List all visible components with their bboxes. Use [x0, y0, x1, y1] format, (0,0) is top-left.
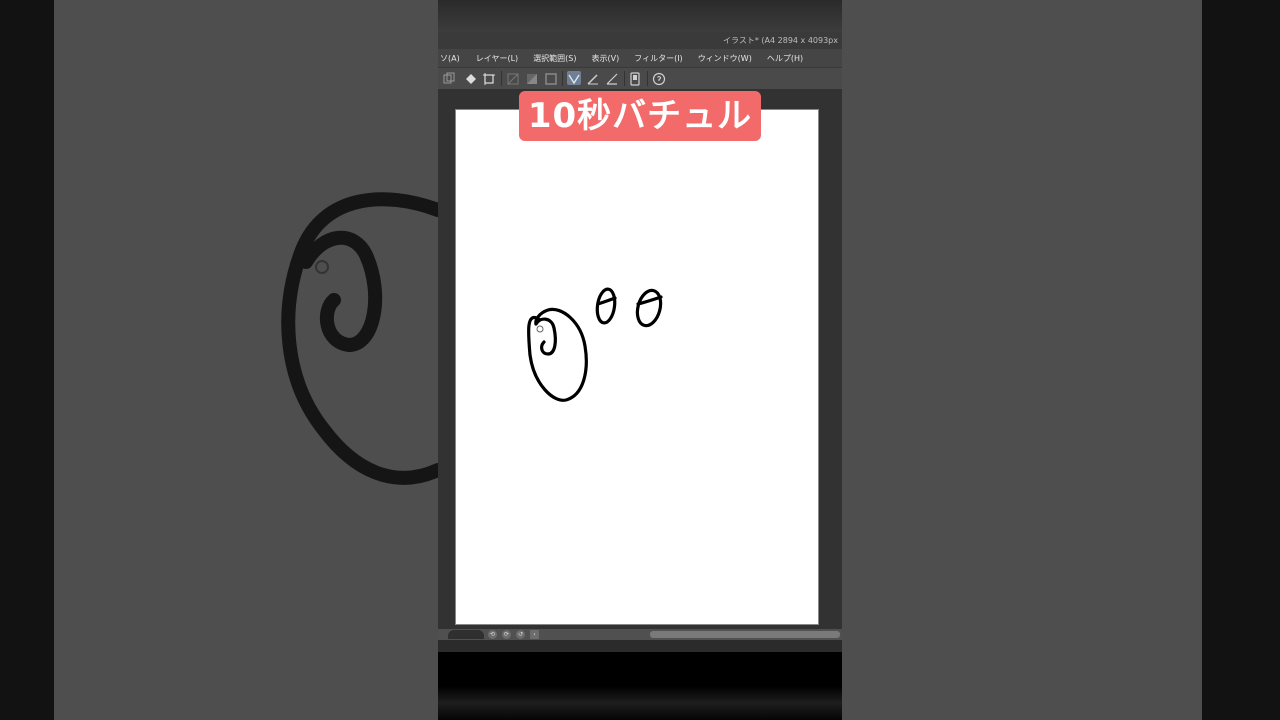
toolbar-separator — [624, 71, 625, 86]
eye-left — [595, 287, 617, 325]
menu-animation[interactable]: ソ(A) — [440, 53, 460, 64]
copy-icon[interactable] — [442, 71, 456, 85]
ruler-icon[interactable] — [605, 71, 619, 85]
clear-icon[interactable] — [506, 71, 520, 85]
frame-icon[interactable] — [544, 71, 558, 85]
bottom-panel — [438, 640, 842, 652]
flip-icon[interactable]: ‹ — [530, 630, 539, 639]
navigator-thumb — [448, 630, 484, 639]
menu-filter[interactable]: フィルター(I) — [634, 53, 682, 64]
pen-tool-icon[interactable] — [567, 71, 581, 85]
video-caption: 10秒バチュル — [519, 91, 761, 141]
status-bar: ⟲ ⟳ ↺ ‹ — [438, 629, 842, 640]
menu-selection[interactable]: 選択範囲(S) — [533, 53, 576, 64]
menu-bar: ソ(A) レイヤー(L) 選択範囲(S) 表示(V) フィルター(I) ウィンド… — [438, 49, 842, 67]
menu-layer[interactable]: レイヤー(L) — [476, 53, 518, 64]
blurred-background-right — [842, 0, 1202, 720]
brush-cursor — [536, 325, 544, 333]
drawing-canvas[interactable] — [455, 109, 819, 625]
bottom-letterbox — [438, 652, 842, 720]
left-edge — [0, 0, 54, 720]
eye-right — [635, 288, 663, 328]
toolbar-separator — [501, 71, 502, 86]
transform-icon[interactable] — [482, 71, 496, 85]
toolbar-separator — [647, 71, 648, 86]
app-top-bar — [438, 0, 842, 32]
toolbar-separator — [562, 71, 563, 86]
title-bar: イラスト* (A4 2894 x 4093px — [438, 32, 842, 49]
phone-icon[interactable] — [628, 71, 642, 86]
gradient-icon[interactable] — [525, 71, 539, 85]
reset-icon[interactable]: ↺ — [516, 630, 525, 639]
canvas-area — [438, 89, 842, 629]
blurred-background-left — [54, 0, 438, 720]
fill-icon[interactable] — [464, 71, 478, 85]
horizontal-scrollbar[interactable] — [650, 631, 840, 638]
command-bar — [438, 67, 842, 90]
menu-window[interactable]: ウィンドウ(W) — [698, 53, 752, 64]
swirl-stroke — [534, 317, 557, 356]
rotate-right-icon[interactable]: ⟳ — [502, 630, 511, 639]
rotate-left-icon[interactable]: ⟲ — [488, 630, 497, 639]
help-icon[interactable] — [652, 71, 666, 86]
menu-view[interactable]: 表示(V) — [592, 53, 620, 64]
canvas-drawing — [526, 287, 663, 402]
window-title: イラスト* (A4 2894 x 4093px — [723, 36, 838, 45]
menu-help[interactable]: ヘルプ(H) — [767, 53, 803, 64]
pencil-tool-icon[interactable] — [586, 71, 600, 85]
right-edge — [1202, 0, 1280, 720]
